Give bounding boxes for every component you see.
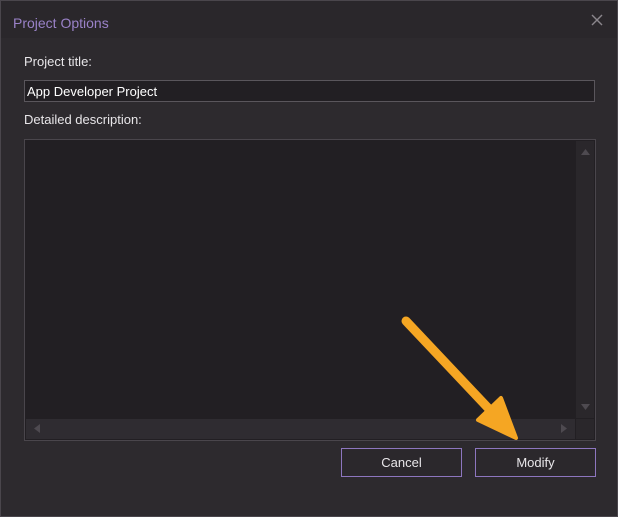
description-label: Detailed description: — [24, 112, 142, 127]
modify-button[interactable]: Modify — [475, 448, 596, 477]
project-title-label: Project title: — [24, 54, 92, 69]
project-title-input[interactable] — [24, 80, 595, 102]
horizontal-scrollbar[interactable] — [26, 419, 575, 439]
description-textarea[interactable] — [24, 139, 596, 441]
scroll-up-icon[interactable] — [581, 149, 590, 155]
close-icon[interactable] — [589, 12, 605, 28]
dialog-title: Project Options — [13, 15, 109, 31]
scroll-down-icon[interactable] — [581, 404, 590, 410]
scroll-right-icon[interactable] — [561, 424, 567, 433]
scroll-left-icon[interactable] — [34, 424, 40, 433]
scroll-corner — [576, 419, 594, 439]
cancel-button[interactable]: Cancel — [341, 448, 462, 477]
project-options-dialog: Project Options Project title: Detailed … — [0, 0, 618, 517]
title-bar: Project Options — [1, 1, 617, 38]
vertical-scrollbar[interactable] — [576, 141, 594, 418]
